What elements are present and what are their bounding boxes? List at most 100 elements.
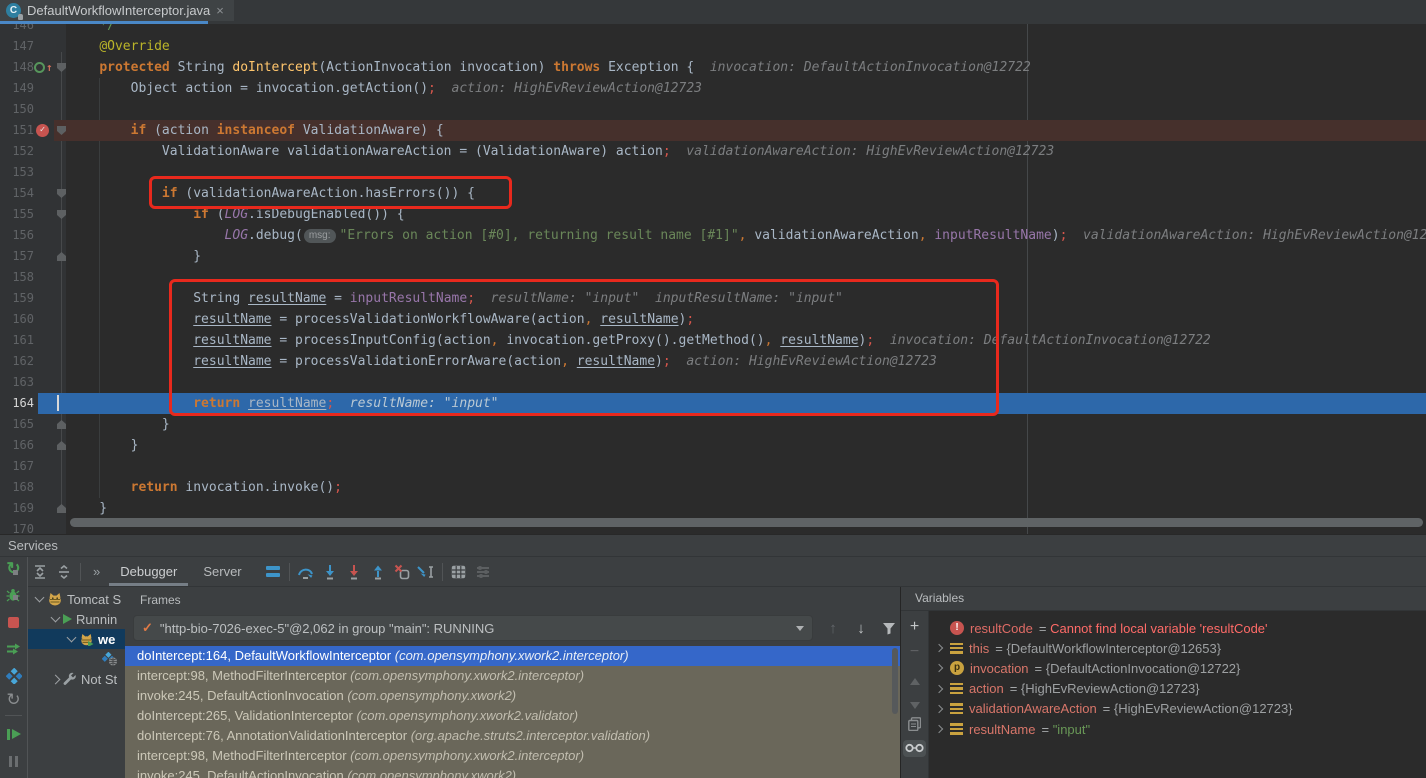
editor-line-164[interactable]: 164 return resultName; resultName: "inpu… [0, 393, 1426, 414]
fold-end-marker-icon[interactable] [57, 504, 66, 513]
chevron-down-icon[interactable] [51, 613, 61, 623]
next-frame-icon[interactable]: ↓ [850, 617, 872, 639]
editor-line-148[interactable]: 148↑ protected String doIntercept(Action… [0, 57, 1426, 78]
variable-row-resultCode[interactable]: !resultCode = Cannot find local variable… [929, 618, 1426, 638]
frame-row[interactable]: intercept:98, MethodFilterInterceptor (c… [125, 666, 900, 686]
editor-line-153[interactable]: 153 [0, 162, 1426, 183]
line-number[interactable]: 160 [0, 309, 34, 330]
editor-line-154[interactable]: 154 if (validationAwareAction.hasErrors(… [0, 183, 1426, 204]
editor-line-147[interactable]: 147 @Override [0, 36, 1426, 57]
step-over-icon[interactable] [294, 561, 318, 583]
line-number[interactable]: 159 [0, 288, 34, 309]
rerun-icon[interactable]: ↻ [0, 559, 27, 579]
editor-line-162[interactable]: 162 resultName = processValidationErrorA… [0, 351, 1426, 372]
frame-row[interactable]: doIntercept:164, DefaultWorkflowIntercep… [125, 646, 900, 666]
frames-scrollbar[interactable] [892, 648, 898, 714]
editor-line-156[interactable]: 156 LOG.debug(msg:"Errors on action [#0]… [0, 225, 1426, 246]
variables-list[interactable]: !resultCode = Cannot find local variable… [929, 611, 1426, 778]
editor-horizontal-scrollbar[interactable] [70, 518, 1423, 527]
tab-debugger[interactable]: Debugger [107, 557, 190, 586]
editor-line-166[interactable]: 166 } [0, 435, 1426, 456]
move-up-icon[interactable] [901, 671, 928, 691]
variable-row-invocation[interactable]: pinvocation = {DefaultActionInvocation@1… [929, 658, 1426, 678]
line-number[interactable]: 164 [0, 393, 34, 414]
line-number[interactable]: 158 [0, 267, 34, 288]
services-tree[interactable]: Tomcat SRunninweNot St [28, 587, 125, 778]
thread-selector[interactable]: ✓ "http-bio-7026-exec-5"@2,062 in group … [133, 615, 813, 641]
editor-line-160[interactable]: 160 resultName = processValidationWorkfl… [0, 309, 1426, 330]
editor-line-150[interactable]: 150 [0, 99, 1426, 120]
frame-row[interactable]: invoke:245, DefaultActionInvocation (com… [125, 766, 900, 778]
variable-row-action[interactable]: action = {HighEvReviewAction@12723} [929, 679, 1426, 699]
line-number[interactable]: 146 [0, 24, 34, 36]
step-into-icon[interactable] [318, 561, 342, 583]
overrides-method-icon[interactable]: ↑ [34, 61, 53, 74]
line-number[interactable]: 167 [0, 456, 34, 477]
debug-rerun-icon[interactable] [0, 585, 27, 605]
tab-server[interactable]: Server [190, 557, 254, 586]
line-number[interactable]: 157 [0, 246, 34, 267]
line-number[interactable]: 170 [0, 519, 34, 534]
editor-line-151[interactable]: 151✓ if (action instanceof ValidationAwa… [0, 120, 1426, 141]
deploy-icon[interactable] [0, 639, 27, 659]
line-number[interactable]: 154 [0, 183, 34, 204]
frame-row[interactable]: doIntercept:76, AnnotationValidationInte… [125, 726, 900, 746]
editor-line-152[interactable]: 152 ValidationAware validationAwareActio… [0, 141, 1426, 162]
editor-line-157[interactable]: 157 } [0, 246, 1426, 267]
line-number[interactable]: 147 [0, 36, 34, 57]
line-number[interactable]: 153 [0, 162, 34, 183]
resume-icon[interactable] [0, 724, 27, 744]
breakpoint-icon[interactable]: ✓ [36, 124, 49, 137]
chevron-down-icon[interactable] [67, 633, 77, 643]
more-toolbar-chevron-icon[interactable]: » [85, 564, 107, 579]
editor-line-159[interactable]: 159 String resultName = inputResultName;… [0, 288, 1426, 309]
line-number[interactable]: 156 [0, 225, 34, 246]
editor-line-169[interactable]: 169 } [0, 498, 1426, 519]
hide-frames-filter-icon[interactable] [878, 617, 900, 639]
editor-tab[interactable]: C DefaultWorkflowInterceptor.java × [0, 0, 234, 21]
line-number[interactable]: 161 [0, 330, 34, 351]
collapse-all-icon[interactable] [52, 561, 76, 583]
fold-marker-icon[interactable] [57, 189, 66, 198]
layout-settings-icon[interactable] [471, 561, 495, 583]
expand-chevron-icon[interactable] [935, 725, 943, 733]
force-step-into-icon[interactable] [342, 561, 366, 583]
line-number[interactable]: 148 [0, 57, 34, 78]
refresh-icon[interactable]: ↻ [0, 690, 27, 710]
frame-row[interactable]: invoke:245, DefaultActionInvocation (com… [125, 686, 900, 706]
line-number[interactable]: 151 [0, 120, 34, 141]
chevron-down-icon[interactable] [35, 593, 45, 603]
duplicate-icon[interactable] [901, 714, 928, 734]
tab-close-icon[interactable]: × [216, 4, 224, 17]
line-number[interactable]: 155 [0, 204, 34, 225]
editor-line-168[interactable]: 168 return invocation.invoke(); [0, 477, 1426, 498]
fold-end-marker-icon[interactable] [57, 441, 66, 450]
line-number[interactable]: 163 [0, 372, 34, 393]
add-watch-icon[interactable]: + [901, 617, 928, 637]
pause-icon[interactable] [0, 751, 27, 771]
line-number[interactable]: 150 [0, 99, 34, 120]
line-number[interactable]: 169 [0, 498, 34, 519]
editor-line-165[interactable]: 165 } [0, 414, 1426, 435]
drop-frame-icon[interactable] [390, 561, 414, 583]
tree-item-we[interactable]: we [28, 629, 125, 649]
frame-row[interactable]: intercept:98, MethodFilterInterceptor (c… [125, 746, 900, 766]
frames-list[interactable]: doIntercept:164, DefaultWorkflowIntercep… [125, 646, 900, 778]
editor-line-161[interactable]: 161 resultName = processInputConfig(acti… [0, 330, 1426, 351]
line-number[interactable]: 149 [0, 78, 34, 99]
line-number[interactable]: 162 [0, 351, 34, 372]
chevron-right-icon[interactable] [51, 674, 61, 684]
line-number[interactable]: 168 [0, 477, 34, 498]
fold-marker-icon[interactable] [57, 210, 66, 219]
tree-item-tomcat-s[interactable]: Tomcat S [28, 589, 125, 609]
code-editor[interactable]: 146 */147 @Override148↑ protected String… [0, 24, 1426, 534]
editor-line-167[interactable]: 167 [0, 456, 1426, 477]
stop-icon[interactable] [0, 612, 27, 632]
editor-line-158[interactable]: 158 [0, 267, 1426, 288]
fold-end-marker-icon[interactable] [57, 420, 66, 429]
line-number[interactable]: 166 [0, 435, 34, 456]
previous-frame-icon[interactable]: ↑ [822, 617, 844, 639]
remove-watch-icon[interactable]: − [901, 642, 928, 662]
tree-item-artifact[interactable] [28, 649, 125, 669]
step-out-icon[interactable] [366, 561, 390, 583]
